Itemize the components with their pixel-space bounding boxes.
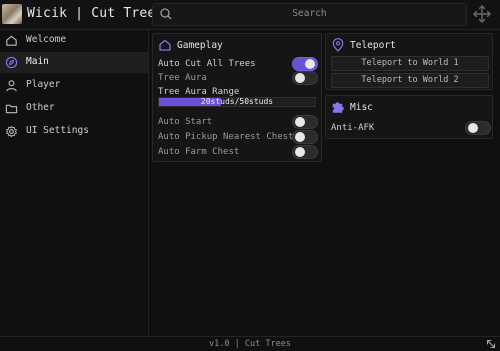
tree-aura-toggle[interactable] [292, 71, 318, 85]
home-icon [159, 39, 171, 51]
button-label: Teleport to World 1 [361, 58, 459, 68]
section-title: Misc [350, 102, 373, 113]
folder-icon [5, 104, 18, 114]
auto-farm-label: Auto Farm Chest [158, 147, 240, 157]
sidebar-item-label: Other [26, 102, 55, 113]
sidebar-item-label: UI Settings [26, 125, 89, 136]
title-bar: Wicik | Cut Trees Search [0, 0, 500, 30]
search-input[interactable]: Search [152, 3, 467, 26]
sidebar-item-player[interactable]: Player [0, 75, 148, 96]
sidebar-item-welcome[interactable]: Welcome [0, 30, 148, 51]
teleport-section: Teleport Teleport to World 1 Teleport to… [325, 33, 493, 90]
anti-afk-label: Anti-AFK [331, 123, 375, 133]
sidebar: Welcome Main Player Other UI Settings [0, 30, 149, 336]
move-icon[interactable] [472, 4, 492, 24]
footer: v1.0 | Cut Trees [0, 336, 500, 351]
aura-range-label: Tree Aura Range [158, 87, 240, 97]
auto-start-label: Auto Start [158, 117, 213, 127]
gameplay-section: Gameplay Auto Cut All Trees Tree Aura Tr… [152, 33, 322, 162]
section-title: Teleport [350, 40, 396, 51]
section-header: Teleport [326, 34, 492, 56]
misc-section: Misc Anti-AFK [325, 95, 493, 139]
version-text: v1.0 | Cut Trees [209, 339, 291, 349]
auto-cut-toggle[interactable] [292, 57, 318, 71]
teleport-world-2-button[interactable]: Teleport to World 2 [331, 73, 489, 88]
gear-icon [6, 125, 17, 138]
tree-aura-label: Tree Aura [158, 73, 207, 83]
sidebar-item-label: Player [26, 79, 61, 90]
user-icon [6, 80, 17, 92]
anti-afk-toggle[interactable] [465, 121, 491, 135]
home-icon [6, 35, 17, 46]
section-title: Gameplay [177, 40, 223, 51]
app-title: Wicik | Cut Trees [27, 6, 164, 21]
section-header: Misc [326, 96, 492, 118]
app-logo [2, 4, 22, 24]
auto-farm-toggle[interactable] [292, 145, 318, 159]
sidebar-item-label: Main [26, 56, 49, 67]
sidebar-item-other[interactable]: Other [0, 98, 148, 119]
puzzle-icon [332, 102, 344, 113]
map-pin-icon [332, 38, 344, 52]
section-header: Gameplay [153, 34, 321, 56]
auto-pickup-label: Auto Pickup Nearest Chest [158, 132, 294, 142]
slider-value: 20studs/50studs [200, 97, 274, 106]
sidebar-item-ui-settings[interactable]: UI Settings [0, 121, 148, 142]
teleport-world-1-button[interactable]: Teleport to World 1 [331, 56, 489, 71]
search-placeholder: Search [292, 8, 327, 19]
auto-start-toggle[interactable] [292, 115, 318, 129]
sidebar-item-label: Welcome [26, 34, 67, 45]
aura-range-slider[interactable]: 20studs/50studs [158, 97, 316, 107]
app-window: Wicik | Cut Trees Search Welcome Main Pl… [0, 0, 500, 351]
auto-cut-label: Auto Cut All Trees [158, 59, 256, 69]
button-label: Teleport to World 2 [361, 75, 459, 85]
compass-icon [5, 56, 18, 69]
sidebar-item-main[interactable]: Main [0, 52, 148, 73]
auto-pickup-toggle[interactable] [292, 130, 318, 144]
resize-icon[interactable] [486, 339, 496, 349]
